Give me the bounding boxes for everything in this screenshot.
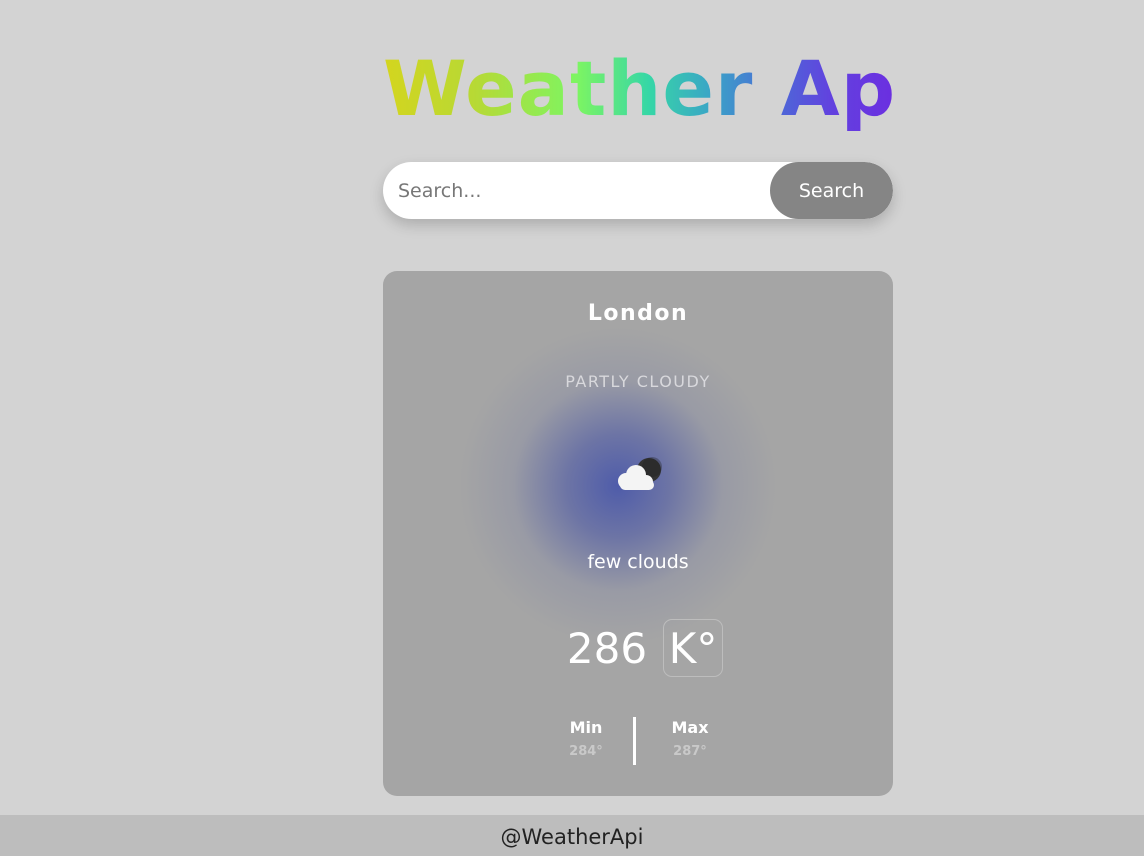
min-label: Min bbox=[569, 718, 603, 737]
footer: @WeatherApi bbox=[0, 815, 1144, 856]
max-value: 287° bbox=[673, 744, 707, 759]
search-bar: Search bbox=[383, 162, 893, 219]
search-input[interactable] bbox=[383, 162, 783, 219]
weather-description: few clouds bbox=[587, 551, 689, 573]
weather-card: London PARTLY CLOUDY few clouds 286 K° M… bbox=[383, 271, 893, 796]
partly-cloudy-night-icon bbox=[612, 456, 664, 492]
weather-condition: PARTLY CLOUDY bbox=[565, 372, 711, 391]
temperature-row: 286 K° bbox=[383, 617, 893, 679]
min-value: 284° bbox=[569, 744, 603, 759]
min-max-section: Min 284° Max 287° bbox=[383, 717, 893, 765]
temperature-value: 286 bbox=[566, 623, 648, 673]
max-temperature: Max 287° bbox=[666, 717, 714, 765]
min-temperature: Min 284° bbox=[562, 717, 610, 765]
page: Weather App Search London PARTLY CLOUDY … bbox=[0, 0, 1144, 856]
min-max-divider bbox=[633, 717, 636, 765]
city-name: London bbox=[587, 301, 689, 326]
app-title: Weather App bbox=[383, 44, 952, 133]
max-label: Max bbox=[671, 718, 709, 737]
unit-toggle-button[interactable]: K° bbox=[663, 619, 724, 677]
search-button[interactable]: Search bbox=[770, 162, 893, 219]
